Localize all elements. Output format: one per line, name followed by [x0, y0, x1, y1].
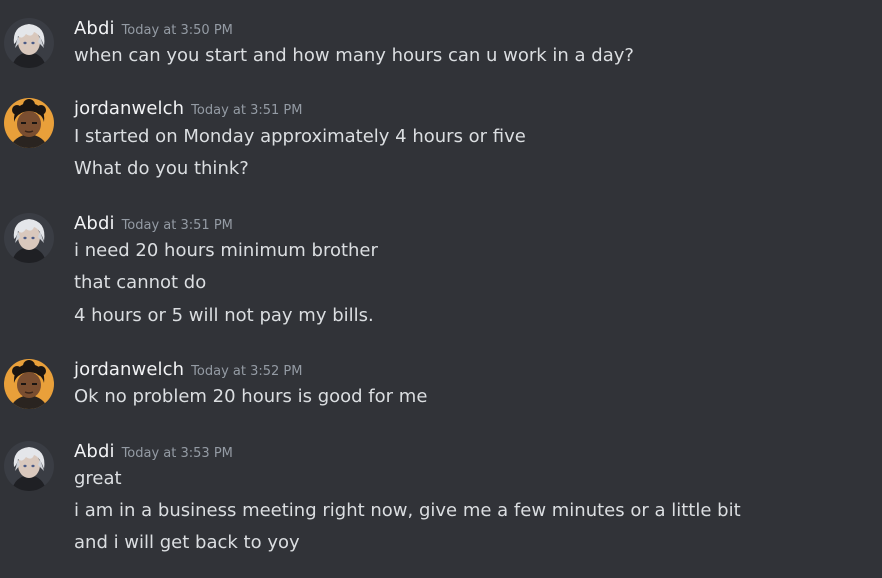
white-haired-anime-avatar-icon[interactable] — [4, 441, 54, 491]
message-header: Abdi Today at 3:50 PM — [74, 18, 233, 40]
message-text: and i will get back to yoy — [74, 532, 300, 553]
message-text: I started on Monday approximately 4 hour… — [74, 126, 526, 147]
username[interactable]: Abdi — [74, 441, 115, 462]
message-text: great — [74, 468, 122, 489]
username[interactable]: jordanwelch — [74, 359, 184, 380]
cartoon-boy-avatar-icon[interactable] — [4, 359, 54, 409]
timestamp[interactable]: Today at 3:50 PM — [122, 23, 233, 38]
white-haired-anime-avatar-icon[interactable] — [4, 18, 54, 68]
timestamp[interactable]: Today at 3:52 PM — [191, 364, 302, 379]
message-header: Abdi Today at 3:51 PM — [74, 213, 233, 235]
timestamp[interactable]: Today at 3:53 PM — [122, 446, 233, 461]
message-text: when can you start and how many hours ca… — [74, 45, 634, 66]
chat-message-list: Abdi Today at 3:50 PM when can you start … — [0, 0, 882, 578]
white-haired-anime-avatar-icon[interactable] — [4, 213, 54, 263]
cartoon-boy-avatar-icon[interactable] — [4, 98, 54, 148]
message-text: Ok no problem 20 hours is good for me — [74, 386, 428, 407]
timestamp[interactable]: Today at 3:51 PM — [191, 103, 302, 118]
message-text: i am in a business meeting right now, gi… — [74, 500, 741, 521]
username[interactable]: Abdi — [74, 18, 115, 39]
message-text: that cannot do — [74, 272, 207, 293]
message-text: What do you think? — [74, 158, 249, 179]
username[interactable]: jordanwelch — [74, 98, 184, 119]
message-header: jordanwelch Today at 3:51 PM — [74, 98, 302, 120]
message-header: Abdi Today at 3:53 PM — [74, 441, 233, 463]
username[interactable]: Abdi — [74, 213, 115, 234]
message-header: jordanwelch Today at 3:52 PM — [74, 359, 302, 381]
timestamp[interactable]: Today at 3:51 PM — [122, 218, 233, 233]
message-text: i need 20 hours minimum brother — [74, 240, 378, 261]
message-text: 4 hours or 5 will not pay my bills. — [74, 305, 374, 326]
